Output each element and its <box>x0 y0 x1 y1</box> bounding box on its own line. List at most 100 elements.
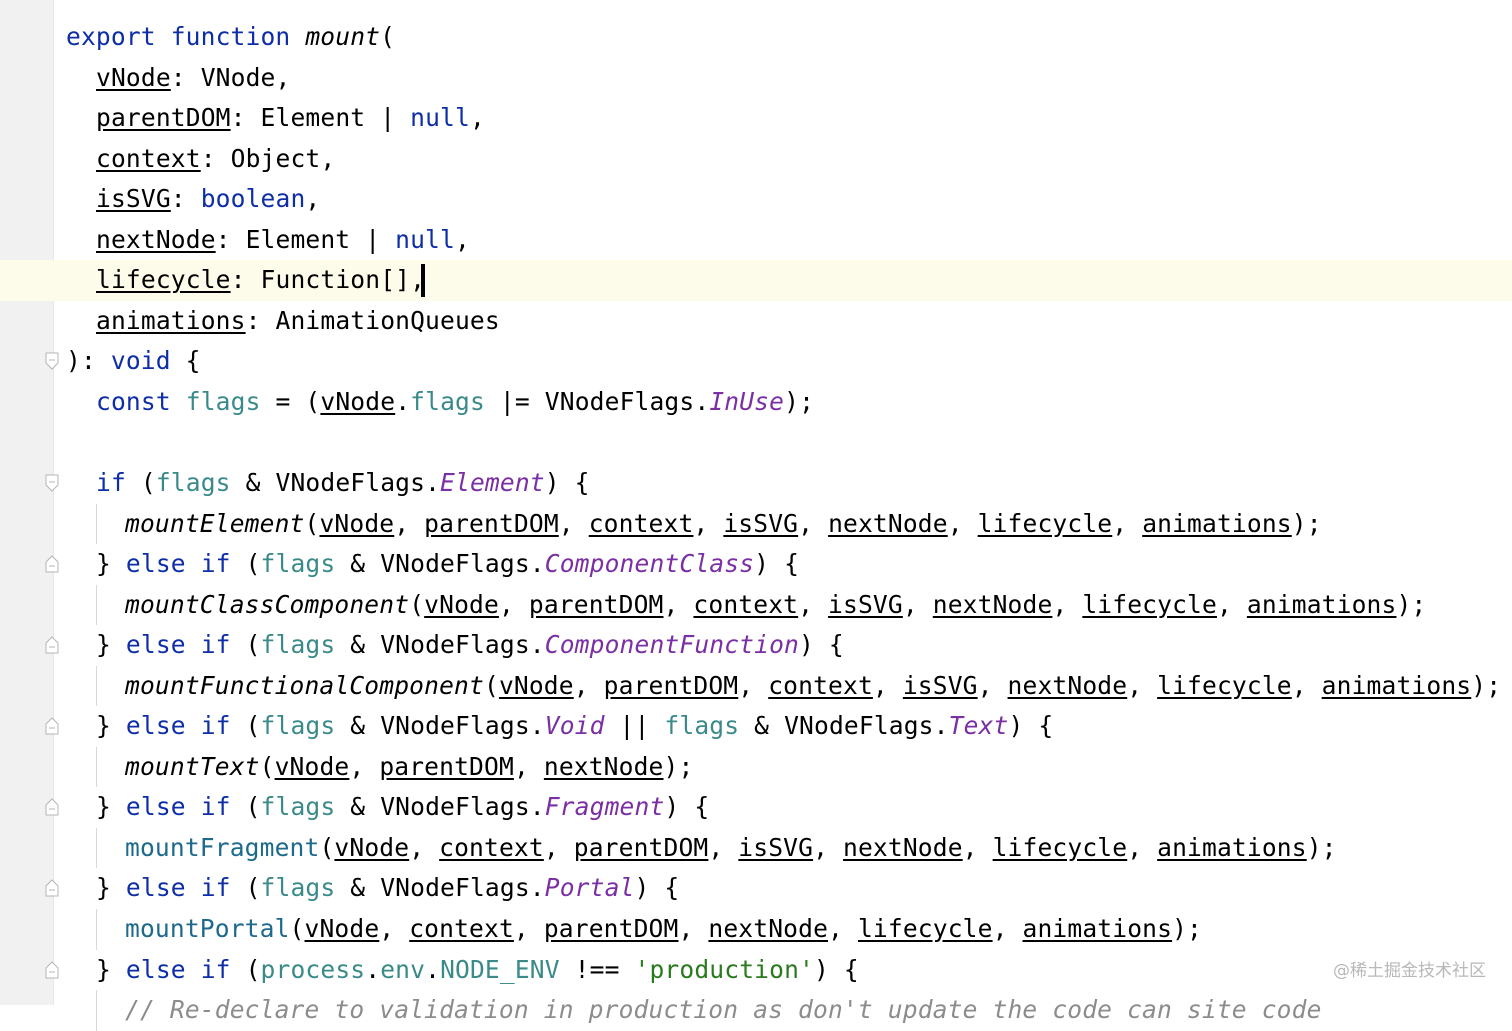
code-token: ) { <box>754 549 800 579</box>
code-token: , <box>543 832 574 862</box>
code-token: , <box>902 589 933 619</box>
fold-marker-icon[interactable] <box>45 474 59 492</box>
code-token: vNode <box>96 62 171 92</box>
indent-guide <box>96 827 97 869</box>
code-line[interactable]: isSVG: boolean, <box>0 179 1512 220</box>
code-token: !== <box>559 954 635 984</box>
code-line[interactable]: } else if (flags & VNodeFlags.Portal) { <box>0 868 1512 909</box>
code-text: animations: AnimationQueues <box>96 301 500 342</box>
code-line[interactable]: context: Object, <box>0 139 1512 180</box>
code-token: flags <box>185 386 261 416</box>
code-token: } <box>96 792 126 822</box>
code-line[interactable]: mountFunctionalComponent(vNode, parentDO… <box>0 665 1512 707</box>
code-line[interactable]: } else if (flags & VNodeFlags.Void || fl… <box>0 706 1512 747</box>
code-line[interactable]: mountClassComponent(vNode, parentDOM, co… <box>0 584 1512 626</box>
indent-guide <box>96 990 97 1031</box>
code-token: isSVG <box>828 589 903 619</box>
code-token: NODE_ENV <box>440 954 560 984</box>
code-text: export function mount( <box>66 17 395 58</box>
code-token: export <box>66 22 156 51</box>
fold-marker-icon[interactable] <box>45 798 59 816</box>
code-token: : Function[], <box>230 265 426 295</box>
code-token: , <box>1127 832 1158 862</box>
code-line[interactable]: parentDOM: Element | null, <box>0 98 1512 139</box>
code-token: void <box>110 346 171 376</box>
code-line[interactable] <box>0 422 1512 463</box>
code-token: ( <box>483 670 499 700</box>
code-token: null <box>410 103 470 133</box>
code-token: flags <box>260 549 336 579</box>
code-token: ): <box>66 346 111 376</box>
code-token: context <box>693 589 799 619</box>
code-token: 'production' <box>634 954 814 984</box>
indent-guide <box>96 909 97 950</box>
code-line[interactable]: const flags = (vNode.flags |= VNodeFlags… <box>0 382 1512 423</box>
fold-marker-icon[interactable] <box>45 717 59 735</box>
code-text: mountFragment(vNode, context, parentDOM,… <box>125 828 1337 869</box>
code-token: } <box>96 630 126 660</box>
code-token: lifecycle <box>96 265 231 295</box>
code-token: flags <box>260 711 336 741</box>
code-token: ); <box>1291 508 1322 538</box>
fold-marker-icon[interactable] <box>45 555 59 573</box>
fold-marker-icon[interactable] <box>45 879 59 897</box>
code-token: mountElement <box>125 508 305 538</box>
fold-marker-icon[interactable] <box>45 352 59 371</box>
code-line[interactable]: } else if (flags & VNodeFlags.ComponentC… <box>0 544 1512 585</box>
code-token: & VNodeFlags. <box>335 711 545 741</box>
code-line[interactable]: ): void { <box>0 341 1512 382</box>
code-text: isSVG: boolean, <box>96 179 320 220</box>
code-token: flags <box>410 386 485 416</box>
code-line[interactable]: lifecycle: Function[], <box>0 260 1512 301</box>
code-line[interactable]: animations: AnimationQueues <box>0 301 1512 342</box>
code-editor[interactable]: export function mount(vNode: VNode, paren… <box>0 17 1512 1031</box>
code-token: & VNodeFlags. <box>335 549 545 579</box>
code-token: Portal <box>544 873 635 903</box>
code-line[interactable]: } else if (flags & VNodeFlags.ComponentF… <box>0 625 1512 666</box>
indent-guide <box>96 746 97 788</box>
code-line[interactable]: if (flags & VNodeFlags.Element) { <box>0 463 1512 504</box>
code-token: ); <box>1471 670 1502 700</box>
code-text: nextNode: Element | null, <box>96 220 470 261</box>
code-line[interactable]: mountPortal(vNode, context, parentDOM, n… <box>0 909 1512 950</box>
code-token: ( <box>230 711 261 741</box>
indent-guide <box>96 665 97 707</box>
code-token: ( <box>304 508 320 538</box>
code-token: else if <box>125 549 231 579</box>
fold-marker-icon[interactable] <box>45 960 59 979</box>
code-token: else if <box>125 873 231 903</box>
code-text: } else if (flags & VNodeFlags.Portal) { <box>96 868 679 909</box>
code-line[interactable]: mountElement(vNode, parentDOM, context, … <box>0 503 1512 545</box>
code-token: ( <box>230 954 261 984</box>
code-line[interactable]: mountText(vNode, parentDOM, nextNode); <box>0 746 1512 788</box>
code-token: lifecycle <box>992 832 1128 862</box>
code-token: animations <box>1321 670 1472 700</box>
code-token: ( <box>319 832 335 862</box>
code-line[interactable]: } else if (process.env.NODE_ENV !== 'pro… <box>0 950 1512 991</box>
code-token: else if <box>125 792 231 822</box>
code-line[interactable]: } else if (flags & VNodeFlags.Fragment) … <box>0 787 1512 828</box>
code-token: || <box>604 711 665 741</box>
code-token: else if <box>125 954 231 984</box>
code-token: parentDOM <box>543 914 679 944</box>
code-token: , <box>962 832 993 862</box>
code-line[interactable]: export function mount( <box>0 17 1512 58</box>
code-line[interactable]: vNode: VNode, <box>0 58 1512 99</box>
code-token: ComponentClass <box>544 549 755 579</box>
code-line[interactable]: // Re-declare to validation in productio… <box>0 990 1512 1031</box>
code-token: } <box>96 954 126 984</box>
code-text: vNode: VNode, <box>96 58 290 99</box>
code-token: flags <box>260 792 336 822</box>
code-token: flags <box>260 873 336 903</box>
code-token: InUse <box>709 386 785 416</box>
code-text: lifecycle: Function[], <box>96 260 425 301</box>
code-line[interactable]: nextNode: Element | null, <box>0 220 1512 261</box>
code-token: animations <box>1157 832 1307 862</box>
code-token: ( <box>409 589 425 619</box>
code-token: & VNodeFlags. <box>739 711 949 741</box>
fold-marker-icon[interactable] <box>45 636 59 654</box>
code-token: else if <box>125 630 231 660</box>
code-line[interactable]: mountFragment(vNode, context, parentDOM,… <box>0 827 1512 869</box>
